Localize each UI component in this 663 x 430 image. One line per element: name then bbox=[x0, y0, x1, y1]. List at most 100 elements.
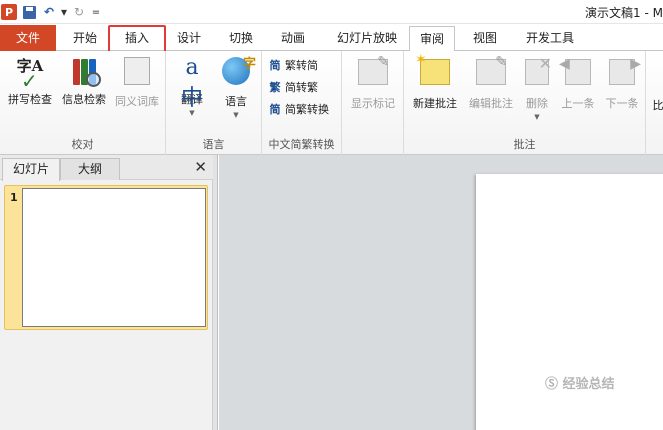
arrow-right-icon: ▶ bbox=[630, 56, 641, 72]
compare-label-truncated: 比 bbox=[652, 99, 663, 112]
research-icon bbox=[67, 55, 101, 87]
globe-icon: 字 bbox=[222, 57, 256, 85]
close-icon[interactable]: ✕ bbox=[194, 158, 207, 176]
to-simplified-button[interactable]: 简 繁转简 bbox=[268, 55, 319, 75]
slide-number: 1 bbox=[10, 191, 18, 204]
arrow-left-icon: ◀ bbox=[559, 56, 570, 72]
tab-transitions[interactable]: 切换 bbox=[218, 26, 264, 51]
chinese-convert-label: 简繁转换 bbox=[285, 103, 329, 116]
tab-animations[interactable]: 动画 bbox=[270, 26, 316, 51]
delete-comment-icon: ✕ bbox=[520, 54, 554, 91]
group-label-comments: 批注 bbox=[513, 138, 536, 151]
delete-comment-label: 删除 bbox=[526, 97, 548, 110]
to-traditional-icon: 繁 bbox=[269, 81, 281, 94]
tab-design[interactable]: 设计 bbox=[168, 26, 210, 51]
insert-tab-highlight bbox=[108, 25, 166, 53]
ribbon-tab-row: 文件 开始 插入 设计 切换 动画 幻灯片放映 审阅 视图 开发工具 bbox=[0, 24, 663, 53]
group-show-markup: ✎ 显示标记 bbox=[342, 51, 404, 155]
tab-developer[interactable]: 开发工具 bbox=[515, 26, 585, 51]
previous-comment-icon: ◀ bbox=[559, 56, 595, 91]
group-label-chinese-conversion: 中文简繁转换 bbox=[268, 138, 335, 151]
spelling-label: 拼写检查 bbox=[8, 93, 52, 106]
translate-icon-text: a中 bbox=[180, 55, 203, 111]
edit-comment-button[interactable]: ✎ 编辑批注 bbox=[464, 54, 518, 111]
delete-comment-button[interactable]: ✕ 删除 ▼ bbox=[518, 54, 556, 121]
tab-file[interactable]: 文件 bbox=[0, 25, 56, 51]
thesaurus-button[interactable]: 同义词库 bbox=[110, 55, 164, 109]
slide-thumbnail[interactable] bbox=[22, 188, 206, 327]
tab-view[interactable]: 视图 bbox=[462, 26, 508, 51]
pen-icon: ✎ bbox=[377, 54, 389, 70]
translate-button[interactable]: a中 翻译 ▼ bbox=[170, 55, 214, 117]
to-simplified-icon: 简 bbox=[269, 59, 281, 72]
pen-icon: ✎ bbox=[495, 54, 507, 70]
language-icon: 字 bbox=[219, 57, 256, 89]
spelling-icon: 字A ✓ bbox=[13, 55, 47, 93]
undo-icon: ↶ bbox=[43, 5, 55, 19]
window-title: 演示文稿1 - M bbox=[585, 6, 663, 20]
show-markup-label: 显示标记 bbox=[351, 97, 395, 110]
research-button[interactable]: 信息检索 bbox=[58, 55, 110, 107]
to-traditional-label: 简转繁 bbox=[285, 81, 318, 94]
chinese-convert-button[interactable]: 简 简繁转换 bbox=[268, 99, 330, 119]
show-markup-icon: ✎ bbox=[356, 54, 390, 91]
thesaurus-icon bbox=[120, 57, 154, 89]
new-comment-button[interactable]: ✶ 新建批注 bbox=[408, 52, 462, 111]
group-chinese-conversion: 简 繁转简 繁 简转繁 简 简繁转换 中文简繁转换 bbox=[262, 51, 342, 155]
chevron-down-icon: ▼ bbox=[233, 111, 239, 119]
group-language: a中 翻译 ▼ 字 语言 ▼ 语言 bbox=[166, 51, 262, 155]
quick-access-toolbar: P ↶ ▾ ↻ = bbox=[0, 3, 104, 21]
to-simplified-label: 繁转简 bbox=[285, 59, 318, 72]
show-markup-button[interactable]: ✎ 显示标记 bbox=[346, 54, 400, 111]
thesaurus-label: 同义词库 bbox=[115, 95, 159, 108]
ribbon-review: 字A ✓ 拼写检查 信息检索 同义词库 校对 a中 翻译 ▼ 字 语言 ▼ 语言… bbox=[0, 51, 663, 155]
compare-button-truncated[interactable]: 比 bbox=[652, 97, 663, 113]
redo-button[interactable]: ↻ bbox=[70, 3, 88, 21]
redo-icon: ↻ bbox=[73, 5, 85, 19]
chinese-convert-icon: 简 bbox=[269, 103, 281, 116]
to-traditional-button[interactable]: 繁 简转繁 bbox=[268, 77, 319, 97]
group-label-language: 语言 bbox=[202, 138, 225, 151]
spelling-button[interactable]: 字A ✓ 拼写检查 bbox=[4, 55, 56, 107]
language-label: 语言 bbox=[225, 95, 247, 108]
previous-comment-button[interactable]: ◀ 上一条 bbox=[556, 55, 600, 111]
panel-tabs: 幻灯片 大纲 ✕ bbox=[0, 155, 213, 181]
slides-panel: 幻灯片 大纲 ✕ 1 bbox=[0, 155, 213, 430]
edit-comment-icon: ✎ bbox=[474, 54, 508, 91]
save-button[interactable] bbox=[20, 3, 38, 21]
sparkle-icon: ✶ bbox=[415, 52, 427, 68]
chevron-down-icon: ▼ bbox=[534, 113, 540, 121]
book-icon bbox=[72, 59, 80, 85]
language-button[interactable]: 字 语言 ▼ bbox=[214, 55, 258, 119]
watermark: Ⓢ 经验总结 bbox=[545, 377, 615, 392]
previous-comment-label: 上一条 bbox=[561, 97, 595, 110]
customize-qat-button[interactable]: = bbox=[90, 3, 102, 21]
tab-slideshow[interactable]: 幻灯片放映 bbox=[326, 26, 408, 51]
checkmark-icon: ✓ bbox=[21, 69, 38, 93]
tab-review[interactable]: 审阅 bbox=[409, 26, 455, 53]
save-icon bbox=[22, 5, 36, 19]
group-label-proofing: 校对 bbox=[71, 138, 94, 151]
tab-outline[interactable]: 大纲 bbox=[60, 158, 120, 180]
translate-icon: a中 bbox=[175, 55, 209, 111]
next-comment-button[interactable]: ▶ 下一条 bbox=[600, 55, 644, 111]
powerpoint-logo-icon: P bbox=[1, 4, 17, 20]
next-comment-icon: ▶ bbox=[605, 56, 641, 91]
new-comment-icon: ✶ bbox=[415, 52, 452, 91]
panel-splitter[interactable] bbox=[213, 155, 218, 430]
new-comment-label: 新建批注 bbox=[413, 97, 457, 110]
undo-dropdown[interactable]: ▾ bbox=[60, 3, 68, 21]
edit-comment-label: 编辑批注 bbox=[469, 97, 513, 110]
group-proofing: 字A ✓ 拼写检查 信息检索 同义词库 校对 bbox=[0, 51, 166, 155]
title-bar: P ↶ ▾ ↻ = 演示文稿1 - M bbox=[0, 0, 663, 24]
tab-home[interactable]: 开始 bbox=[62, 26, 108, 51]
undo-button[interactable]: ↶ bbox=[40, 3, 58, 21]
group-comments: ✶ 新建批注 ✎ 编辑批注 ✕ 删除 ▼ ◀ 上一条 ▶ 下一条 批注 bbox=[404, 51, 646, 155]
next-comment-label: 下一条 bbox=[605, 97, 639, 110]
tab-slides[interactable]: 幻灯片 bbox=[2, 158, 60, 181]
research-label: 信息检索 bbox=[62, 93, 106, 106]
powerpoint-app-icon[interactable]: P bbox=[0, 3, 18, 21]
magnifier-icon bbox=[86, 72, 101, 87]
language-icon-text: 字 bbox=[242, 57, 256, 72]
delete-x-icon: ✕ bbox=[538, 54, 552, 73]
